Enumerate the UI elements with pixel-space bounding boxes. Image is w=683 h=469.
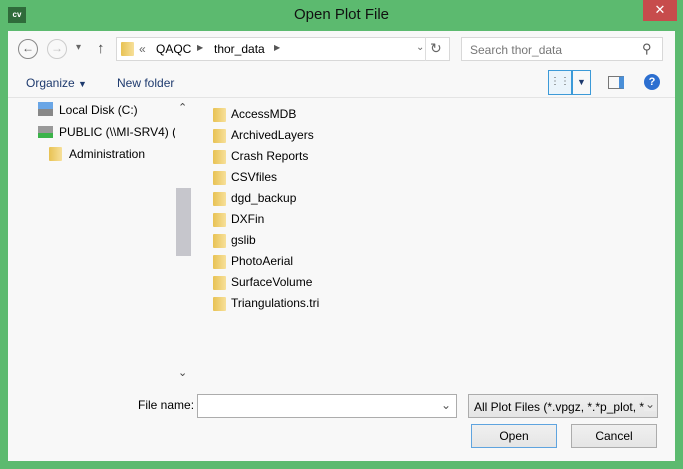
scroll-up-icon[interactable]: ⌃ bbox=[178, 101, 187, 114]
folder-icon bbox=[213, 170, 226, 185]
file-list-item[interactable]: PhotoAerial bbox=[213, 251, 293, 271]
drive-icon bbox=[38, 102, 53, 116]
search-icon: ⚲ bbox=[642, 41, 652, 56]
file-name: AccessMDB bbox=[231, 107, 297, 121]
folder-icon bbox=[213, 275, 226, 290]
folder-icon bbox=[213, 128, 226, 143]
organize-button[interactable]: Organize ▼ bbox=[26, 76, 87, 90]
help-icon[interactable]: ? bbox=[644, 74, 660, 90]
file-list-item[interactable]: dgd_backup bbox=[213, 188, 296, 208]
file-name-label: File name: bbox=[138, 398, 195, 412]
chevron-down-icon[interactable]: ⌄ bbox=[416, 42, 424, 53]
sidebar-item-administration[interactable]: Administration bbox=[69, 147, 145, 161]
file-name: Crash Reports bbox=[231, 149, 309, 163]
view-dropdown-button[interactable]: ▼ bbox=[572, 70, 591, 95]
file-name: Triangulations.tri bbox=[231, 296, 320, 310]
file-name: dgd_backup bbox=[231, 191, 297, 205]
view-options-icon[interactable]: ⋮⋮ bbox=[548, 70, 572, 95]
new-folder-button[interactable]: New folder bbox=[117, 76, 174, 90]
file-list-item[interactable]: DXFin bbox=[213, 209, 264, 229]
file-name: ArchivedLayers bbox=[231, 128, 314, 142]
file-list-item[interactable]: ArchivedLayers bbox=[213, 125, 314, 145]
preview-pane-icon[interactable] bbox=[608, 76, 624, 89]
chevron-right-icon[interactable]: ▶ bbox=[197, 43, 203, 52]
divider bbox=[8, 97, 675, 98]
file-list-item[interactable]: Crash Reports bbox=[213, 146, 308, 166]
forward-button[interactable]: → bbox=[47, 39, 67, 59]
open-button[interactable]: Open bbox=[471, 424, 557, 448]
chevron-down-icon[interactable]: ⌄ bbox=[644, 397, 656, 411]
divider bbox=[425, 37, 426, 61]
folder-icon bbox=[213, 296, 226, 311]
file-list-item[interactable]: AccessMDB bbox=[213, 104, 296, 124]
file-list-item[interactable]: SurfaceVolume bbox=[213, 272, 312, 292]
file-name-input[interactable]: ⌄ bbox=[197, 394, 457, 418]
chevron-down-icon[interactable]: ⌄ bbox=[441, 398, 451, 412]
up-button[interactable]: ↑ bbox=[97, 40, 105, 57]
folder-icon bbox=[213, 233, 226, 248]
file-list-item[interactable]: Triangulations.tri bbox=[213, 293, 319, 313]
scroll-down-icon[interactable]: ⌄ bbox=[178, 366, 187, 379]
path-prefix[interactable]: « bbox=[139, 42, 146, 56]
organize-label: Organize bbox=[26, 76, 75, 90]
file-list-item[interactable]: gslib bbox=[213, 230, 256, 250]
cancel-button[interactable]: Cancel bbox=[571, 424, 657, 448]
back-button[interactable]: ← bbox=[18, 39, 38, 59]
breadcrumb-qaqc[interactable]: QAQC bbox=[156, 42, 191, 56]
file-name: PhotoAerial bbox=[231, 254, 294, 268]
file-list-item[interactable]: CSVfiles bbox=[213, 167, 277, 187]
scrollbar-thumb[interactable] bbox=[176, 188, 191, 256]
file-name: DXFin bbox=[231, 212, 265, 226]
folder-icon bbox=[121, 42, 134, 56]
search-input[interactable]: Search thor_data bbox=[461, 37, 663, 61]
folder-icon bbox=[49, 147, 62, 161]
window-title: Open Plot File bbox=[293, 6, 390, 23]
breadcrumb-thor-data[interactable]: thor_data bbox=[214, 42, 265, 56]
file-type-select[interactable]: All Plot Files (*.vpgz, *.*p_plot, * bbox=[468, 394, 658, 418]
refresh-button[interactable]: ↻ bbox=[430, 40, 442, 57]
sidebar-item-local-disk[interactable]: Local Disk (C:) bbox=[59, 103, 138, 117]
folder-icon bbox=[213, 191, 226, 206]
folder-icon bbox=[213, 254, 226, 269]
file-name: CSVfiles bbox=[231, 170, 278, 184]
folder-icon bbox=[213, 107, 226, 122]
close-button[interactable]: ✕ bbox=[643, 0, 677, 21]
folder-icon bbox=[213, 149, 226, 164]
folder-icon bbox=[213, 212, 226, 227]
file-name: gslib bbox=[231, 233, 256, 247]
recent-locations-button[interactable]: ▾ bbox=[76, 42, 81, 53]
file-name: SurfaceVolume bbox=[231, 275, 313, 289]
network-drive-icon bbox=[38, 126, 53, 138]
file-type-value: All Plot Files (*.vpgz, *.*p_plot, * bbox=[474, 400, 645, 414]
address-bar[interactable]: « QAQC ▶ thor_data ▶ ⌄ bbox=[116, 37, 450, 61]
chevron-right-icon[interactable]: ▶ bbox=[274, 43, 280, 52]
sidebar-item-public[interactable]: PUBLIC (\\MI-SRV4) (F bbox=[59, 125, 175, 139]
